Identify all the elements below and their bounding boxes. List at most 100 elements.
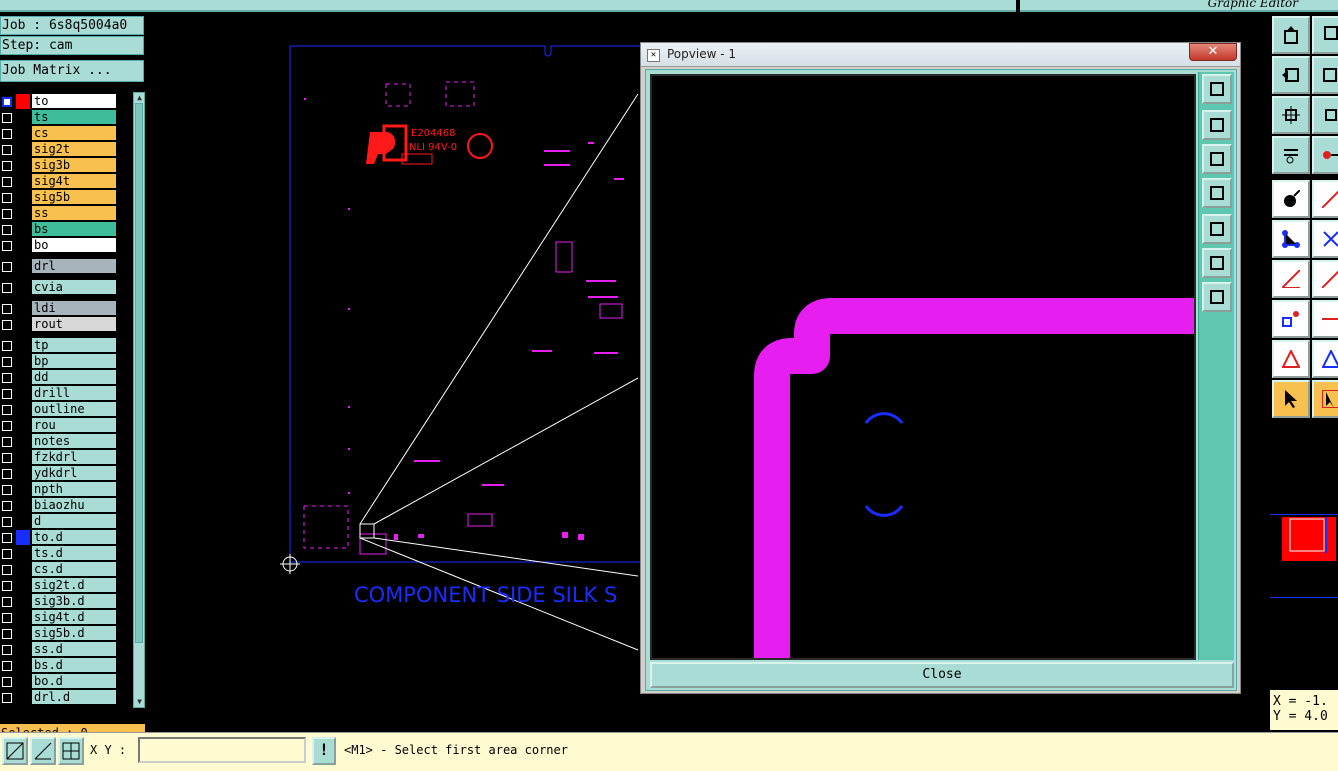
popview-titlebar[interactable]: ✕ Popview - 1 ✕ (641, 43, 1240, 67)
layer-checkbox[interactable] (2, 437, 12, 447)
layer-checkbox[interactable] (2, 517, 12, 527)
scroll-thumb[interactable] (135, 103, 143, 643)
layer-row[interactable]: sig4t (0, 174, 116, 189)
layer-row[interactable]: bp (0, 354, 116, 369)
layer-row[interactable]: ss.d (0, 642, 116, 657)
layer-row[interactable]: bs.d (0, 658, 116, 673)
layer-checkbox[interactable] (2, 341, 12, 351)
angle-tool[interactable] (1272, 260, 1310, 298)
alert-button[interactable]: ! (312, 737, 336, 765)
layer-color-swatch[interactable] (16, 562, 30, 577)
fit-tool[interactable] (1272, 96, 1310, 134)
layer-checkbox[interactable] (2, 693, 12, 703)
layer-color-swatch[interactable] (16, 610, 30, 625)
layer-name[interactable]: cvia (32, 280, 116, 295)
layer-name[interactable]: npth (32, 482, 116, 497)
zoom-fit-tool[interactable] (1312, 96, 1338, 134)
layer-name[interactable]: rout (32, 317, 116, 332)
layer-checkbox[interactable] (2, 501, 12, 511)
layer-name[interactable]: biaozhu (32, 498, 116, 513)
layer-name[interactable]: ss (32, 206, 116, 221)
layer-checkbox[interactable] (2, 405, 12, 415)
layer-checkbox[interactable] (2, 97, 12, 107)
layer-row[interactable]: bo.d (0, 674, 116, 689)
measure-tool[interactable] (1312, 136, 1338, 174)
layer-color-swatch[interactable] (16, 110, 30, 125)
layer-name[interactable]: sig3b.d (32, 594, 116, 609)
layer-row[interactable]: cvia (0, 280, 116, 295)
cross-tool[interactable] (1312, 220, 1338, 258)
layer-color-swatch[interactable] (16, 94, 30, 109)
layer-color-swatch[interactable] (16, 370, 30, 385)
layer-name[interactable]: ldi (32, 301, 116, 316)
layer-checkbox[interactable] (2, 225, 12, 235)
layer-checkbox[interactable] (2, 549, 12, 559)
layer-name[interactable]: notes (32, 434, 116, 449)
layer-checkbox[interactable] (2, 597, 12, 607)
layer-name[interactable]: to.d (32, 530, 116, 545)
layer-checkbox[interactable] (2, 193, 12, 203)
scroll-down-icon[interactable]: ▼ (135, 697, 144, 706)
layer-row[interactable]: sig4t.d (0, 610, 116, 625)
popview-canvas[interactable] (650, 74, 1196, 660)
layer-name[interactable]: drill (32, 386, 116, 401)
line-tool[interactable] (1312, 180, 1338, 218)
layer-row[interactable]: npth (0, 482, 116, 497)
layer-name[interactable]: cs.d (32, 562, 116, 577)
layer-checkbox[interactable] (2, 161, 12, 171)
layer-color-swatch[interactable] (16, 482, 30, 497)
settings-tool[interactable] (1272, 136, 1310, 174)
layer-checkbox[interactable] (2, 661, 12, 671)
layer-row[interactable]: drill (0, 386, 116, 401)
move-left-tool[interactable] (1272, 56, 1310, 94)
dash-tool[interactable] (1312, 300, 1338, 338)
layer-color-swatch[interactable] (16, 174, 30, 189)
layer-color-swatch[interactable] (16, 498, 30, 513)
layer-row[interactable]: sig3b (0, 158, 116, 173)
angle-snap-button[interactable] (30, 737, 56, 765)
layer-color-swatch[interactable] (16, 466, 30, 481)
layer-name[interactable]: ts (32, 110, 116, 125)
layer-row[interactable]: sig5b (0, 190, 116, 205)
pan-up-button[interactable] (1202, 110, 1232, 140)
triangle-tool[interactable] (1272, 340, 1310, 378)
layer-row[interactable]: bo (0, 238, 116, 253)
layer-color-swatch[interactable] (16, 450, 30, 465)
layer-checkbox[interactable] (2, 533, 12, 543)
layer-color-swatch[interactable] (16, 126, 30, 141)
layer-row[interactable]: d (0, 514, 116, 529)
layer-name[interactable]: ss.d (32, 642, 116, 657)
layer-color-swatch[interactable] (16, 338, 30, 353)
zoom-home-button[interactable] (1202, 74, 1232, 104)
layer-checkbox[interactable] (2, 129, 12, 139)
layer-color-swatch[interactable] (16, 386, 30, 401)
layer-color-swatch[interactable] (16, 190, 30, 205)
layer-color-swatch[interactable] (16, 206, 30, 221)
triangle2-tool[interactable] (1312, 340, 1338, 378)
scroll-up-icon[interactable]: ▲ (135, 93, 144, 102)
job-matrix-button[interactable]: Job Matrix ... (0, 60, 144, 82)
layer-row[interactable]: outline (0, 402, 116, 417)
layer-name[interactable]: cs (32, 126, 116, 141)
layer-checkbox[interactable] (2, 581, 12, 591)
layer-color-swatch[interactable] (16, 674, 30, 689)
layer-row[interactable]: drl (0, 259, 116, 274)
layer-name[interactable]: sig5b (32, 190, 116, 205)
layer-name[interactable]: drl (32, 259, 116, 274)
layer-checkbox[interactable] (2, 453, 12, 463)
layer-name[interactable]: fzkdrl (32, 450, 116, 465)
layer-row[interactable]: ldi (0, 301, 116, 316)
layer-checkbox[interactable] (2, 613, 12, 623)
layer-name[interactable]: to (32, 94, 116, 109)
layer-checkbox[interactable] (2, 209, 12, 219)
xy-input[interactable] (138, 737, 306, 763)
layer-checkbox[interactable] (2, 677, 12, 687)
move-down-tool[interactable] (1312, 16, 1338, 54)
layer-row[interactable]: ts (0, 110, 116, 125)
layer-checkbox[interactable] (2, 373, 12, 383)
layer-color-swatch[interactable] (16, 642, 30, 657)
layer-name[interactable]: bo (32, 238, 116, 253)
layer-name[interactable]: bo.d (32, 674, 116, 689)
layer-checkbox[interactable] (2, 469, 12, 479)
layer-name[interactable]: ts.d (32, 546, 116, 561)
